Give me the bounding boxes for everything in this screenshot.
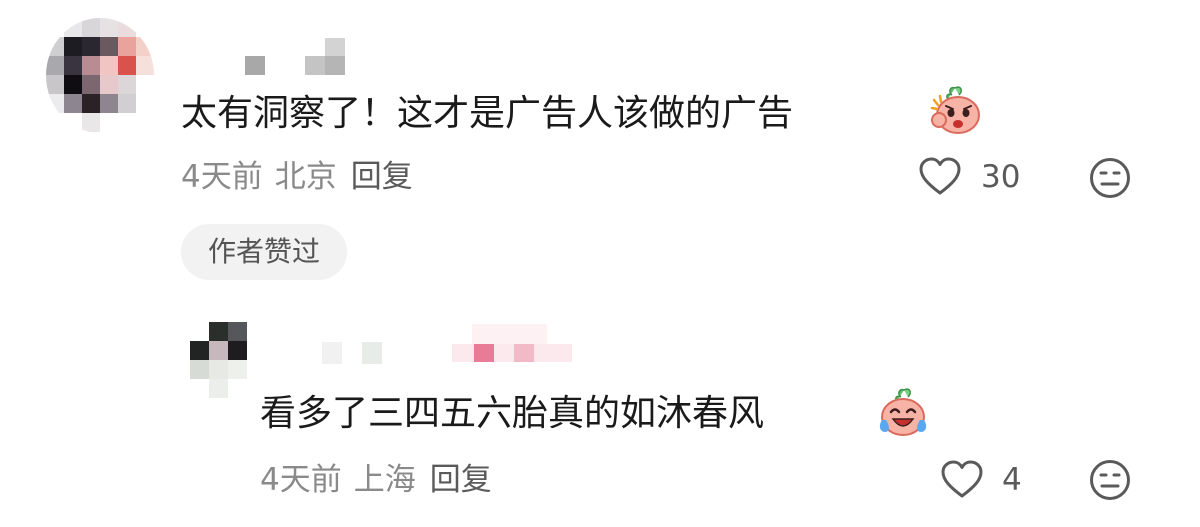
reply-avatar[interactable] [190,322,248,398]
comment-text: 太有洞察了！这才是广告人该做的广告 [181,92,793,136]
dislike-button[interactable] [1089,157,1131,199]
heart-outline-icon [919,157,961,195]
reply-button[interactable]: 回复 [351,159,413,195]
comment-location: 北京 [274,159,337,195]
meh-face-icon [1090,460,1130,500]
avatar[interactable] [46,18,154,133]
reply-dislike-button[interactable] [1089,459,1131,501]
reply-body: 看多了三四五六胎真的如沐春风 [260,393,765,434]
reply-reply-button[interactable]: 回复 [430,462,492,498]
meh-face-icon [1090,158,1130,198]
angry-peach-emoji-icon [928,84,982,136]
username-redacted[interactable] [245,38,345,78]
like-count: 30 [981,159,1021,195]
reply-time: 4天前 [260,462,342,498]
author-liked-badge: 作者赞过 [181,224,347,280]
reply-text: 看多了三四五六胎真的如沐春风 [260,392,764,436]
reply-like-count: 4 [1002,462,1022,498]
reply-like-button[interactable] [940,460,984,500]
heart-outline-icon [941,460,983,498]
comment-meta: 4天前 北京 回复 [181,157,413,197]
reply-username-redacted[interactable] [322,322,572,366]
reply-location: 上海 [353,462,416,498]
comment-body: 太有洞察了！这才是广告人该做的广告 [181,93,794,134]
laughing-crying-peach-emoji-icon [876,386,930,438]
comment-time: 4天前 [181,159,263,195]
like-button[interactable] [918,157,962,197]
reply-meta: 4天前 上海 回复 [260,460,492,500]
